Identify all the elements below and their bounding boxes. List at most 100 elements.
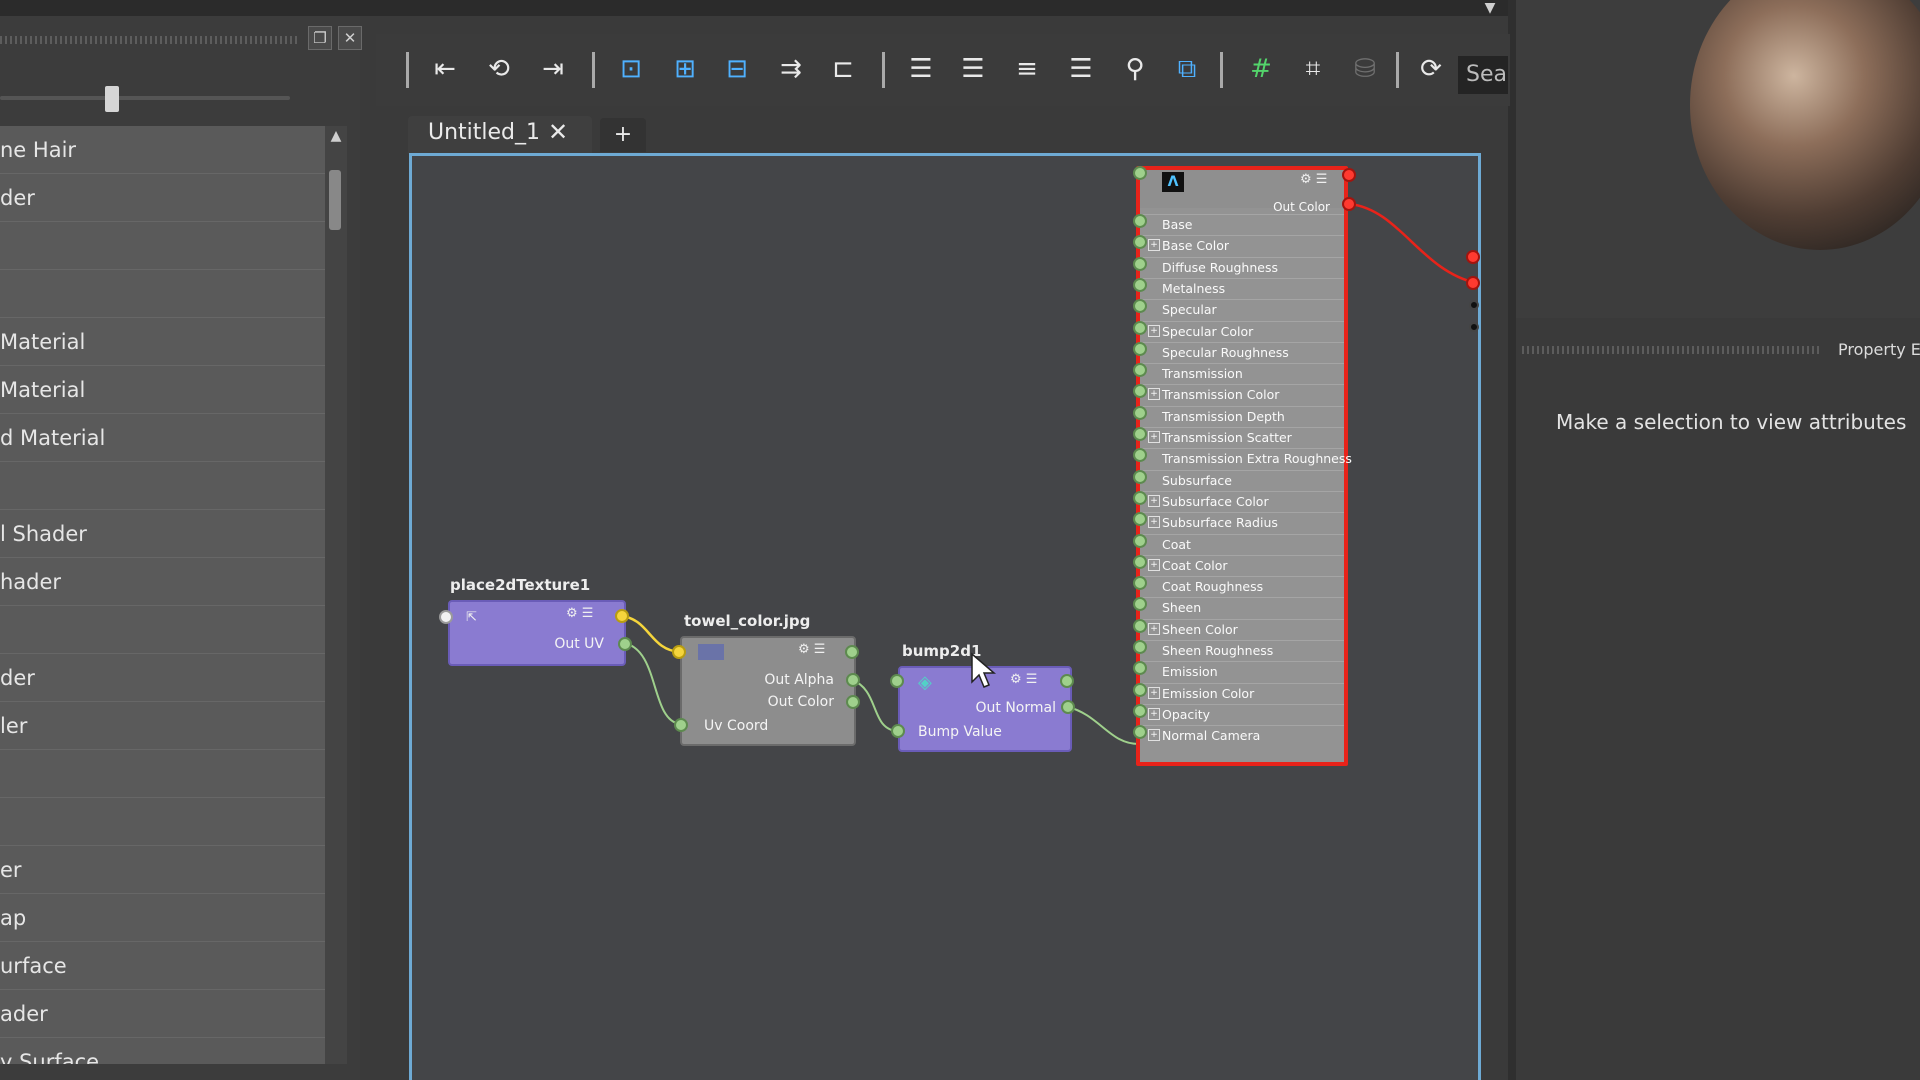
- out-normal-plug[interactable]: [1061, 700, 1075, 714]
- expand-icon[interactable]: +: [1148, 707, 1160, 720]
- output-plug[interactable]: [615, 609, 629, 623]
- attribute-row[interactable]: Base: [1140, 214, 1344, 235]
- scroll-up-icon[interactable]: ▲: [325, 126, 347, 146]
- list-item[interactable]: y Surface: [0, 1038, 325, 1064]
- attribute-plug[interactable]: [1133, 363, 1147, 378]
- list-item[interactable]: ne Hair: [0, 126, 325, 174]
- attribute-plug[interactable]: [1133, 427, 1147, 441]
- lock-icon[interactable]: ⛁: [1346, 50, 1384, 88]
- node-place2dtexture[interactable]: ⇱ ⚙ ☰ Out UV: [448, 600, 626, 666]
- input-plug[interactable]: [890, 674, 904, 688]
- attribute-plug[interactable]: [1133, 682, 1147, 697]
- view-mode-simple-icon[interactable]: ☰: [902, 50, 940, 88]
- node-file-texture[interactable]: ⚙ ☰ Out Alpha Out Color Uv Coord: [680, 636, 856, 746]
- close-icon[interactable]: ✕: [338, 26, 362, 50]
- attribute-plug[interactable]: [1133, 469, 1147, 484]
- input-plug[interactable]: [1133, 166, 1147, 180]
- node-standard-surface[interactable]: Λ ⚙ ☰ Out Color Base + Base Color Diffuse R…: [1136, 166, 1352, 766]
- attribute-plug[interactable]: [1133, 576, 1147, 591]
- panel-divider[interactable]: [1508, 0, 1516, 1080]
- slider-handle[interactable]: [105, 86, 119, 112]
- bracket-select-icon[interactable]: ⊏: [824, 50, 862, 88]
- list-item[interactable]: [0, 270, 325, 318]
- list-item[interactable]: Material: [0, 366, 325, 414]
- attribute-row[interactable]: + Transmission Color: [1140, 384, 1344, 405]
- expand-icon[interactable]: +: [1148, 622, 1160, 635]
- list-item[interactable]: [0, 222, 325, 270]
- output-plug[interactable]: [845, 645, 859, 659]
- attribute-plug[interactable]: [1133, 277, 1147, 292]
- list-item[interactable]: der: [0, 174, 325, 222]
- list-item[interactable]: d Material: [0, 414, 325, 462]
- list-item[interactable]: ap: [0, 894, 325, 942]
- out-color-plug[interactable]: [1342, 197, 1356, 211]
- material-viewer-icon[interactable]: ⧉: [1168, 50, 1206, 88]
- attribute-row[interactable]: Specular Roughness: [1140, 341, 1344, 363]
- input-connections-icon[interactable]: ⇤: [426, 50, 464, 88]
- sg-displacement-plug[interactable]: [1469, 322, 1479, 332]
- out-uv-plug[interactable]: [618, 637, 632, 651]
- attribute-row[interactable]: Emission: [1140, 661, 1344, 682]
- list-item[interactable]: ler: [0, 702, 325, 750]
- list-scrollbar[interactable]: ▲: [325, 126, 347, 1064]
- attribute-plug[interactable]: [1133, 490, 1147, 505]
- out-alpha-plug[interactable]: [846, 673, 860, 687]
- list-item[interactable]: Material: [0, 318, 325, 366]
- list-item[interactable]: [0, 750, 325, 798]
- graph-layout-icon[interactable]: ⊟: [718, 50, 756, 88]
- attribute-row[interactable]: Transmission: [1140, 363, 1344, 384]
- sg-surface-plug[interactable]: [1466, 250, 1480, 264]
- attribute-plug[interactable]: [1133, 618, 1147, 633]
- attribute-row[interactable]: + Coat Color: [1140, 554, 1344, 576]
- input-plug[interactable]: [439, 610, 453, 624]
- attribute-row[interactable]: + Subsurface Radius: [1140, 512, 1344, 533]
- snap-to-grid-icon[interactable]: ⌗: [1294, 50, 1332, 88]
- list-item[interactable]: [0, 798, 325, 846]
- expand-icon[interactable]: +: [1148, 431, 1160, 443]
- sg-input-plug[interactable]: [1466, 276, 1480, 290]
- view-mode-full-icon[interactable]: ≡: [1008, 50, 1046, 88]
- list-item[interactable]: l Shader: [0, 510, 325, 558]
- attribute-row[interactable]: Specular: [1140, 299, 1344, 320]
- output-plug[interactable]: [1060, 674, 1074, 688]
- expand-icon[interactable]: +: [1148, 558, 1160, 571]
- search-icon[interactable]: ⚲: [1116, 50, 1154, 88]
- list-item[interactable]: [0, 462, 325, 510]
- attribute-plug[interactable]: [1133, 214, 1147, 228]
- attribute-row[interactable]: Coat: [1140, 533, 1344, 555]
- list-item[interactable]: hader: [0, 558, 325, 606]
- view-mode-connected-icon[interactable]: ☰: [954, 50, 992, 88]
- list-item[interactable]: [0, 606, 325, 654]
- float-panel-icon[interactable]: ❐: [308, 26, 332, 50]
- view-mode-custom-icon[interactable]: ☰: [1062, 50, 1100, 88]
- sg-volume-plug[interactable]: [1469, 300, 1479, 310]
- attribute-row[interactable]: + Subsurface Color: [1140, 490, 1344, 512]
- list-item[interactable]: der: [0, 654, 325, 702]
- out-color-plug[interactable]: [846, 695, 860, 709]
- panel-grip[interactable]: [0, 36, 300, 44]
- expand-icon[interactable]: +: [1148, 494, 1160, 507]
- expand-icon[interactable]: +: [1148, 729, 1160, 742]
- node-settings-icon[interactable]: ⚙ ☰: [566, 606, 593, 621]
- frame-all-icon[interactable]: ⊡: [612, 50, 650, 88]
- node-settings-icon[interactable]: ⚙ ☰: [798, 642, 825, 657]
- grid-icon[interactable]: #: [1242, 50, 1280, 88]
- attribute-row[interactable]: Sheen Roughness: [1140, 640, 1344, 661]
- attribute-row[interactable]: Diffuse Roughness: [1140, 256, 1344, 278]
- attribute-row[interactable]: + Opacity: [1140, 703, 1344, 725]
- scroll-thumb[interactable]: [329, 170, 341, 230]
- expand-icon[interactable]: +: [1148, 388, 1160, 401]
- list-item[interactable]: ader: [0, 990, 325, 1038]
- attribute-row[interactable]: + Sheen Color: [1140, 618, 1344, 640]
- attribute-plug[interactable]: [1133, 405, 1147, 420]
- input-plug[interactable]: [672, 645, 686, 659]
- attribute-row[interactable]: Metalness: [1140, 277, 1344, 299]
- output-plug[interactable]: [1342, 168, 1356, 182]
- expand-icon[interactable]: +: [1148, 686, 1160, 699]
- attribute-row[interactable]: + Normal Camera: [1140, 725, 1344, 746]
- attribute-plug[interactable]: [1133, 256, 1147, 271]
- attribute-row[interactable]: Transmission Extra Roughness: [1140, 448, 1352, 469]
- close-tab-icon[interactable]: ✕: [548, 118, 568, 146]
- attribute-plug[interactable]: [1133, 533, 1147, 548]
- expand-icon[interactable]: +: [1148, 324, 1160, 337]
